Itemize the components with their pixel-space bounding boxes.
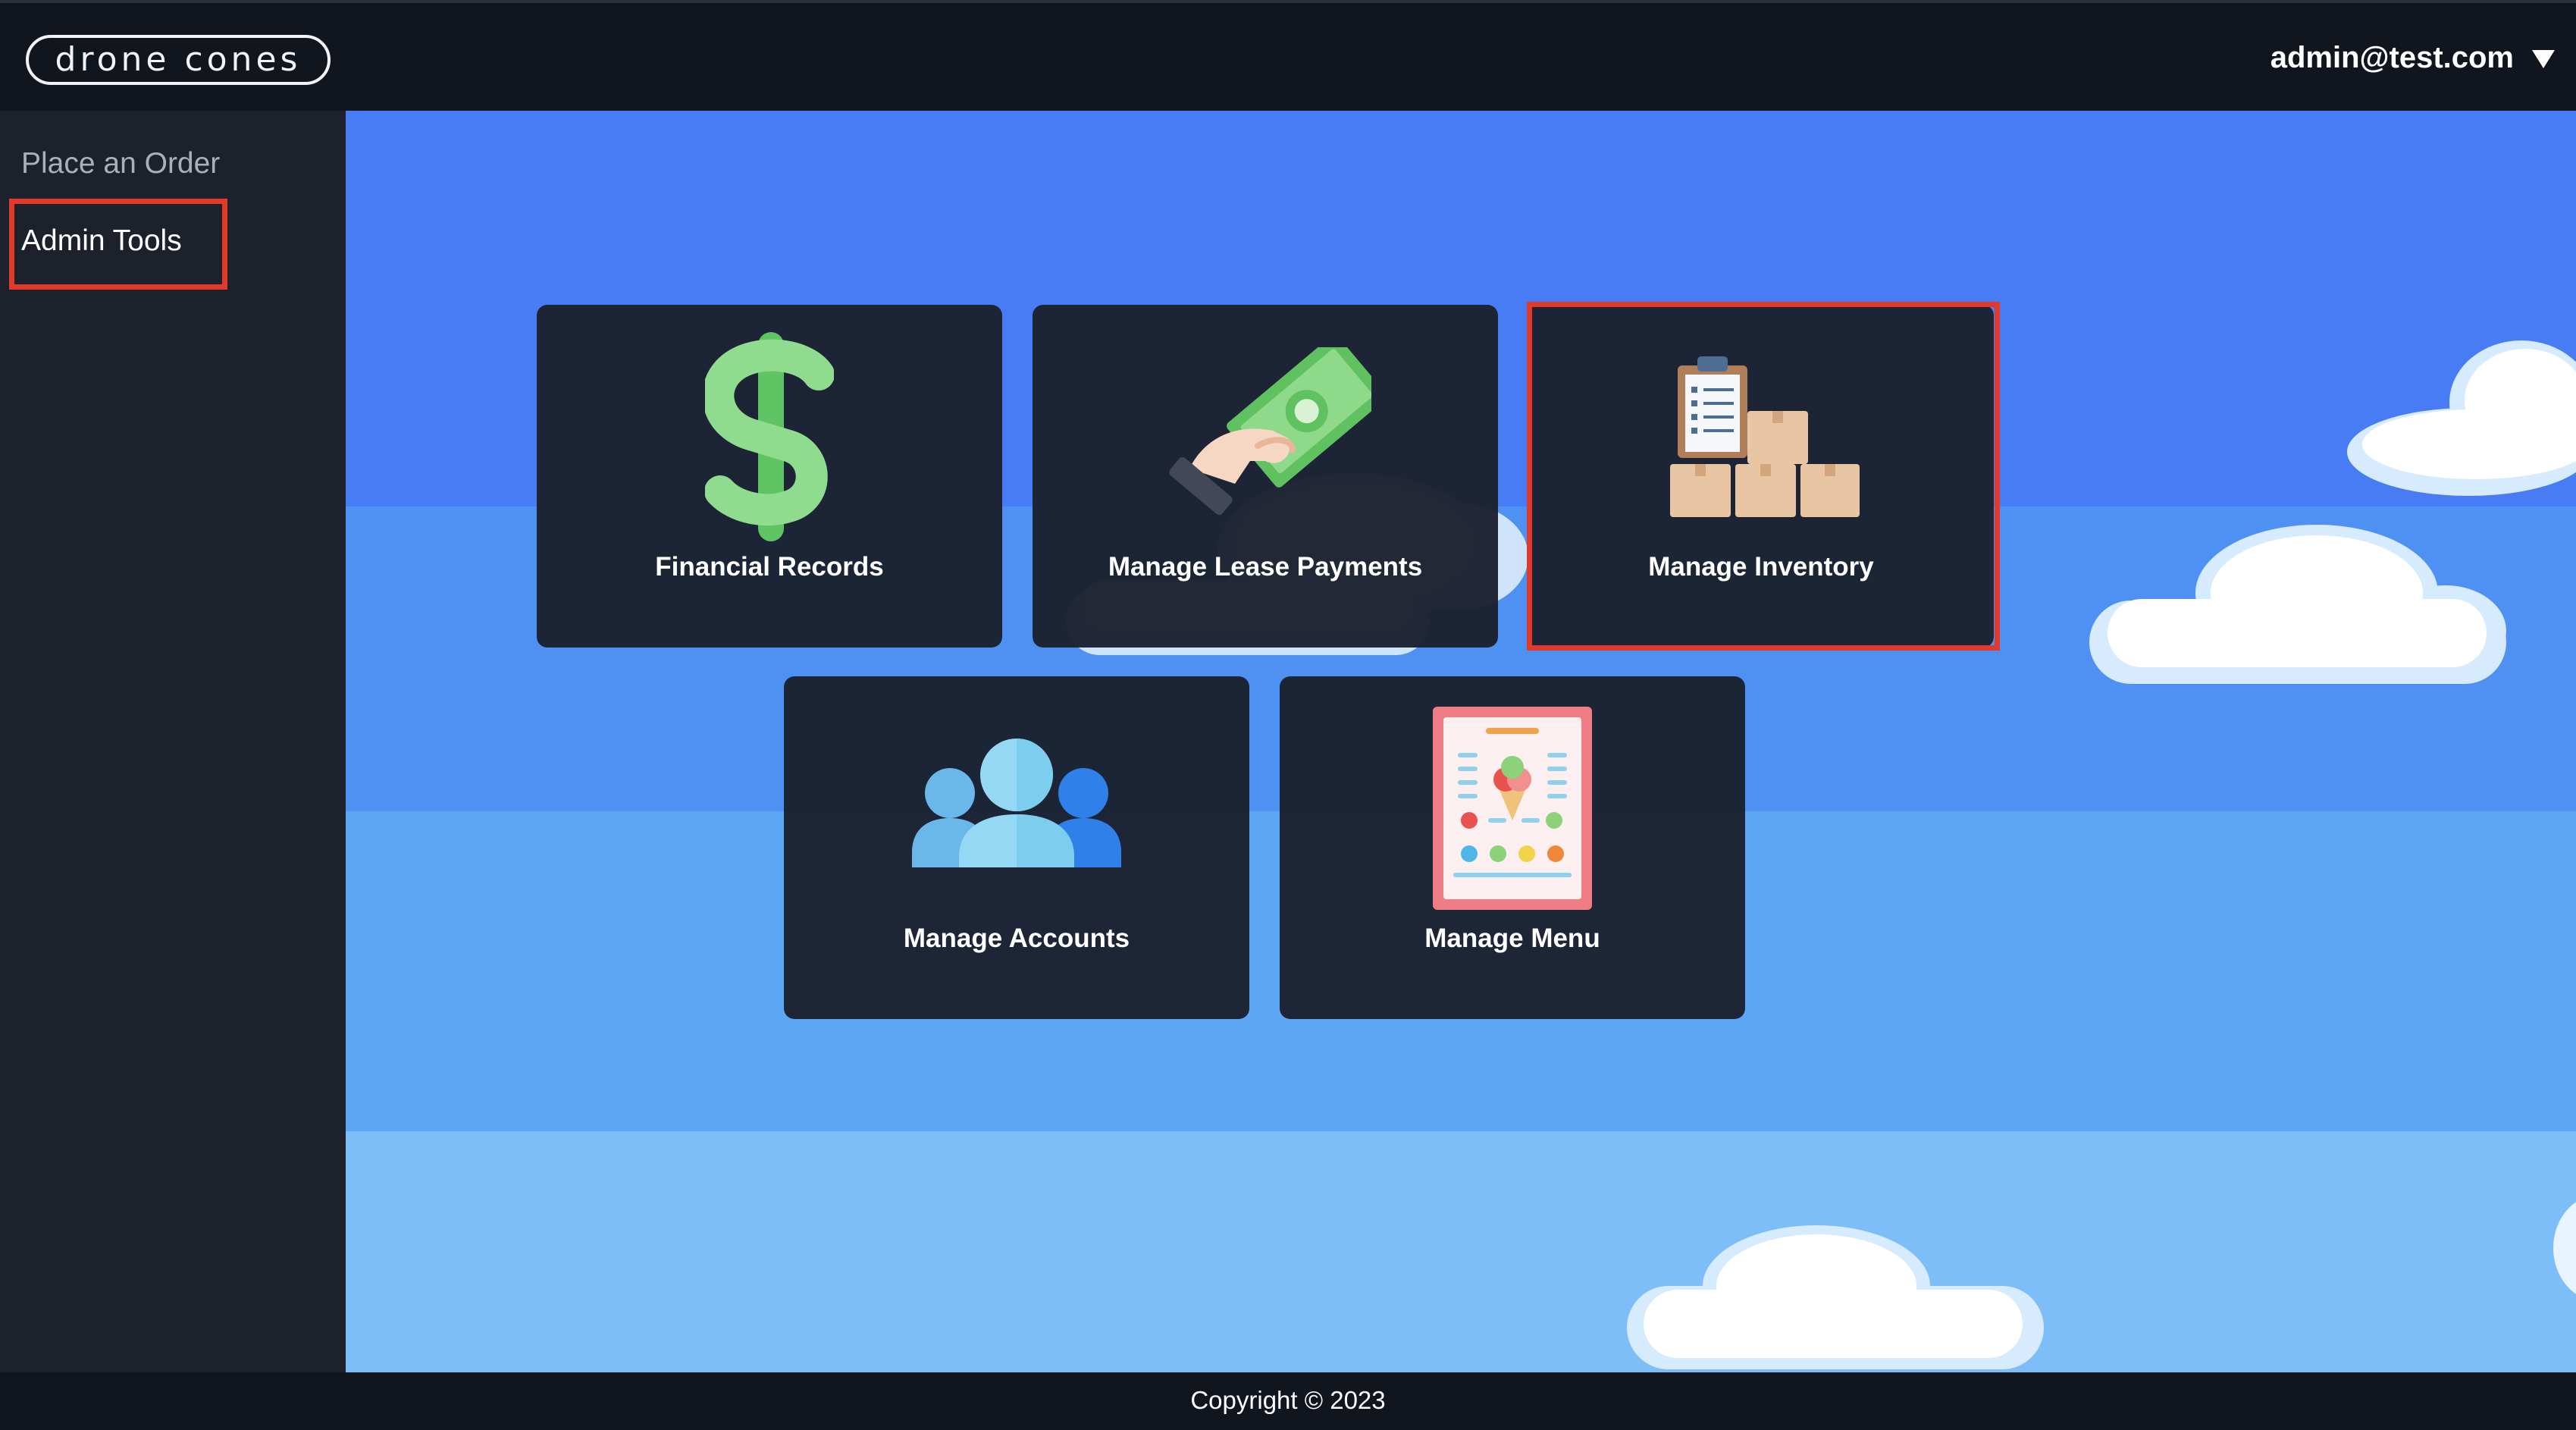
cloud-decoration: [2553, 1202, 2576, 1294]
manage-menu-card[interactable]: Manage Menu: [1280, 676, 1745, 1019]
card-label: Manage Inventory: [1648, 552, 1874, 582]
hand-money-icon: [1169, 347, 1371, 515]
dollar-sign-icon: [705, 332, 834, 541]
top-navbar: drone cones admin@test.com: [0, 0, 2576, 111]
admin-tools-panel: Financial Records Manage Lease Payments: [346, 111, 2576, 1372]
sidebar: Place an Order Admin Tools: [0, 111, 346, 1372]
users-group-icon: [912, 739, 1121, 867]
cloud-decoration: [1627, 1225, 2044, 1369]
manage-accounts-card[interactable]: Manage Accounts: [784, 676, 1249, 1019]
cloud-decoration: [2089, 525, 2506, 684]
clipboard-boxes-icon: [1670, 356, 1860, 517]
sidebar-item-place-order[interactable]: Place an Order: [21, 147, 220, 180]
account-email: admin@test.com: [2270, 40, 2514, 74]
cloud-decoration: [2347, 340, 2576, 496]
manage-inventory-card[interactable]: Manage Inventory: [1528, 305, 1994, 648]
drone-cones-logo[interactable]: drone cones: [26, 35, 331, 85]
card-label: Manage Menu: [1424, 924, 1600, 953]
card-label: Manage Lease Payments: [1108, 552, 1423, 582]
caret-down-icon: [2532, 50, 2555, 68]
account-dropdown[interactable]: admin@test.com: [2270, 36, 2555, 79]
ice-cream-menu-icon: [1433, 707, 1592, 910]
card-label: Manage Accounts: [903, 924, 1130, 953]
card-label: Financial Records: [655, 552, 884, 582]
financial-records-card[interactable]: Financial Records: [537, 305, 1002, 648]
logo-text: drone cones: [55, 40, 302, 79]
footer: Copyright © 2023: [0, 1372, 2576, 1430]
copyright-text: Copyright © 2023: [1190, 1386, 1386, 1414]
manage-lease-payments-card[interactable]: Manage Lease Payments: [1033, 305, 1498, 648]
selection-highlight: [9, 199, 227, 290]
